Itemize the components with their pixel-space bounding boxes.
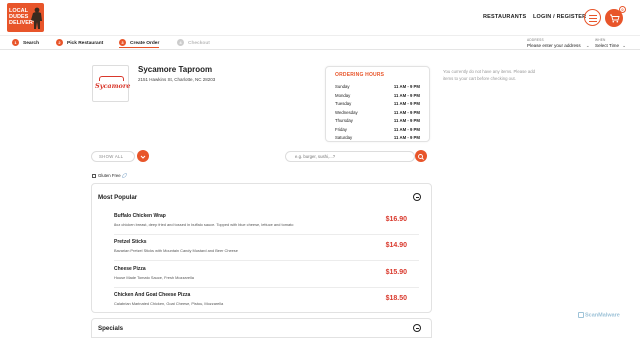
hours-day: Friday <box>335 126 347 132</box>
hours-row: Tuesday 11 AM - 9 PM <box>335 100 420 108</box>
hamburger-menu-button[interactable] <box>584 9 601 26</box>
scanmalware-icon <box>578 312 584 318</box>
menu-item-name: Cheese Pizza <box>114 266 146 272</box>
nav-login-register-link[interactable]: LOGIN / REGISTER <box>533 14 586 20</box>
search-icon <box>418 154 424 160</box>
menu-item-price: $15.90 <box>385 269 407 276</box>
nav-restaurants-link[interactable]: RESTAURANTS <box>483 14 526 20</box>
menu-item-name: Pretzel Sticks <box>114 239 147 245</box>
step-label: Search <box>23 41 39 46</box>
chevron-down-icon: ⌄ <box>622 43 627 48</box>
cart-count-badge: 0 <box>619 6 626 13</box>
chevron-down-icon <box>140 155 146 159</box>
hours-time: 11 AM - 9 PM <box>393 92 420 98</box>
divider <box>114 260 419 261</box>
menu-item-name: Buffalo Chicken Wrap <box>114 213 166 219</box>
menu-section-specials: Specials <box>91 318 432 338</box>
step-label: Checkout <box>188 41 210 46</box>
step-label: Create Order <box>130 41 160 46</box>
address-label: ADDRESS <box>527 38 544 42</box>
menu-item-name: Chicken And Goat Cheese Pizza <box>114 292 191 298</box>
hours-time: 11 AM - 9 PM <box>393 84 420 89</box>
chevron-down-icon: ⌄ <box>585 43 590 48</box>
address-value: Please enter your address <box>527 43 581 48</box>
hours-time: 11 AM - 9 PM <box>393 109 420 115</box>
empty-cart-message: You currently do not have any items. Ple… <box>443 69 536 81</box>
step-number: 1 <box>12 39 19 47</box>
show-all-dropdown-button[interactable] <box>137 150 149 162</box>
gluten-free-filter[interactable]: Gluten Free <box>92 173 127 179</box>
menu-item-description: House Made Tomato Sauce, Fresh Mozzarell… <box>114 275 194 280</box>
restaurant-logo-text: Sycamore <box>95 82 131 90</box>
restaurant-logo: Sycamore <box>92 65 131 102</box>
hours-row: Thursday 11 AM - 9 PM <box>335 117 420 125</box>
divider <box>114 287 419 288</box>
watermark: ScanMalware <box>578 312 620 318</box>
watermark-text: ScanMalware <box>585 312 620 319</box>
restaurant-address: 2151 Hawkins St, Charlotte, NC 28203 <box>138 77 216 82</box>
menu-item-description: 8oz chicken breast, deep fried and tosse… <box>114 222 294 227</box>
collapse-section-button[interactable] <box>413 193 421 201</box>
step-number: 4 <box>177 39 184 47</box>
leaf-icon <box>121 173 127 179</box>
hours-day: Wednesday <box>335 109 358 115</box>
hours-day: Tuesday <box>335 101 352 106</box>
gluten-free-label: Gluten Free <box>98 173 121 178</box>
step-checkout: 4 Checkout <box>177 39 210 48</box>
hours-row: Wednesday 11 AM - 9 PM <box>335 109 420 117</box>
divider <box>114 234 419 235</box>
hours-day: Thursday <box>335 118 353 123</box>
when-value: Select Time <box>595 43 619 48</box>
menu-search-input[interactable] <box>285 151 415 162</box>
menu-item[interactable]: Chicken And Goat Cheese Pizza Calabrian … <box>114 292 407 316</box>
menu-item-description: Bavarian Pretzel Sticks with Mountain Ca… <box>114 248 238 253</box>
hamburger-icon <box>589 14 597 16</box>
menu-item-price: $14.90 <box>385 242 407 249</box>
step-label: Pick Restaurant <box>67 41 104 46</box>
hours-row: Monday 11 AM - 9 PM <box>335 92 420 100</box>
hours-time: 11 AM - 9 PM <box>393 101 420 106</box>
hours-row: Saturday 11 AM - 9 PM <box>335 134 420 142</box>
show-all-select[interactable]: SHOW ALL <box>91 151 135 162</box>
address-select[interactable]: Please enter your address ⌄ <box>527 43 590 49</box>
menu-item-price: $18.50 <box>385 295 407 302</box>
step-create-order[interactable]: 3 Create Order <box>119 39 160 48</box>
hours-time: 11 AM - 9 PM <box>393 118 420 123</box>
gluten-free-checkbox[interactable] <box>92 173 96 178</box>
restaurant-name: Sycamore Taproom <box>138 65 213 74</box>
when-label: WHEN <box>595 38 606 42</box>
hours-time: 11 AM - 9 PM <box>393 126 420 132</box>
menu-item-description: Calabrian Marinated Chicken, Goat Cheese… <box>114 301 224 306</box>
site-logo[interactable]: LOCAL DUDES DELIVERY <box>7 3 44 32</box>
hours-row: Friday 11 AM - 9 PM <box>335 126 420 134</box>
hours-day: Monday <box>335 92 351 98</box>
bigfoot-icon <box>31 7 42 29</box>
hours-day: Sunday <box>335 84 350 89</box>
ordering-hours-title: ORDERING HOURS <box>335 72 385 78</box>
site-header: LOCAL DUDES DELIVERY RESTAURANTS LOGIN /… <box>0 0 640 35</box>
hours-day: Saturday <box>335 135 353 140</box>
section-title: Most Popular <box>98 194 138 201</box>
step-pick-restaurant[interactable]: 2 Pick Restaurant <box>56 39 103 48</box>
search-button[interactable] <box>415 150 427 162</box>
menu-item-price: $16.90 <box>385 216 407 223</box>
ordering-hours-card: ORDERING HOURS Sunday 11 AM - 9 PM Monday… <box>325 66 430 142</box>
hours-time: 11 AM - 9 PM <box>393 135 420 140</box>
step-search[interactable]: 1 Search <box>12 39 39 48</box>
when-select[interactable]: Select Time ⌄ <box>595 43 626 49</box>
menu-section-most-popular: Most Popular Buffalo Chicken Wrap 8oz ch… <box>91 183 432 313</box>
step-number: 2 <box>56 39 63 47</box>
step-number: 3 <box>119 39 126 47</box>
hours-row: Sunday 11 AM - 9 PM <box>335 83 420 91</box>
